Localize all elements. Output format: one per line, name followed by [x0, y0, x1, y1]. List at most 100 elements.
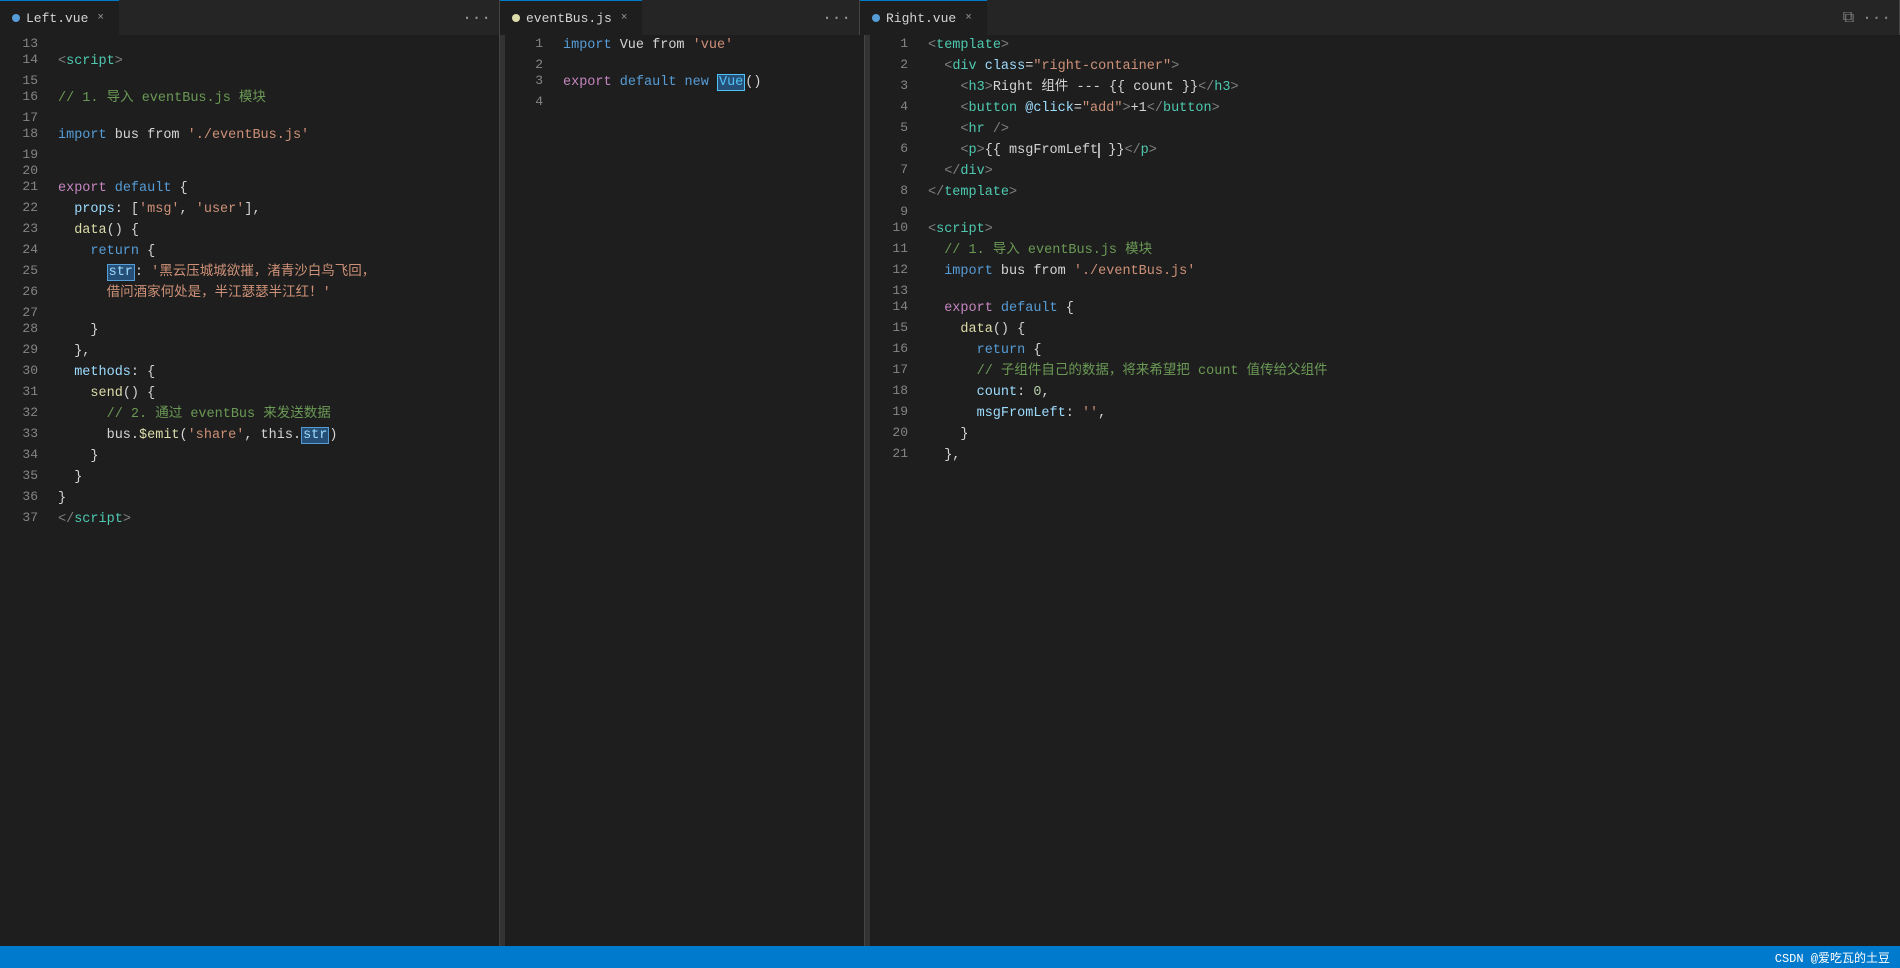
line-number: 22 — [0, 199, 50, 220]
str-token: 'msg' — [139, 202, 180, 217]
left-tab-more[interactable]: ··· — [454, 9, 499, 27]
line-content — [50, 109, 499, 125]
code-line: 20 — [0, 162, 499, 178]
plain-token — [928, 59, 944, 74]
right-editor-scroll[interactable]: 1<template>2 <div class="right-container… — [870, 35, 1900, 946]
tag-token: </ — [58, 512, 74, 527]
line-content — [920, 282, 1900, 298]
plain-token: : { — [131, 365, 155, 380]
line-number: 36 — [0, 488, 50, 509]
middle-tab-group: eventBus.js × ··· — [500, 0, 860, 35]
attr-name-token: @click — [1025, 101, 1074, 116]
code-line: 35 } — [0, 467, 499, 488]
fn-token: send — [90, 386, 122, 401]
tab-middle-label: eventBus.js — [526, 11, 612, 26]
code-line: 29 }, — [0, 341, 499, 362]
plain-token: : — [135, 265, 151, 280]
middle-editor-pane: 1import Vue from 'vue'23export default n… — [505, 35, 865, 946]
plain-token: , — [1041, 385, 1049, 400]
tag-token: < — [960, 101, 968, 116]
middle-tab-more[interactable]: ··· — [814, 9, 859, 27]
code-line: 14<script> — [0, 51, 499, 72]
middle-editor-scroll[interactable]: 1import Vue from 'vue'23export default n… — [505, 35, 864, 946]
line-number: 21 — [870, 445, 920, 466]
plain-token — [107, 181, 115, 196]
line-number: 14 — [870, 298, 920, 319]
line-content: } — [50, 467, 499, 488]
code-line: 36} — [0, 488, 499, 509]
more-actions-icon[interactable]: ··· — [1862, 9, 1891, 27]
plain-token — [928, 101, 960, 116]
code-line: 1<template> — [870, 35, 1900, 56]
code-line: 22 props: ['msg', 'user'], — [0, 199, 499, 220]
plain-token: () { — [107, 223, 139, 238]
prop-token: msgFromLeft — [977, 406, 1066, 421]
plain-token: from — [1033, 264, 1065, 279]
tag-token: > — [977, 143, 985, 158]
line-content: import bus from './eventBus.js' — [50, 125, 499, 146]
line-number: 2 — [870, 56, 920, 77]
plain-token: ) — [329, 428, 337, 443]
line-content — [50, 162, 499, 178]
code-line: 17 // 子组件自己的数据，将来希望把 count 值传给父组件 — [870, 361, 1900, 382]
plain-token: } — [928, 427, 969, 442]
plain-token: } — [58, 491, 66, 506]
tag-token: </ — [1124, 143, 1140, 158]
tab-middle-close[interactable]: × — [618, 11, 631, 25]
line-content: export default { — [920, 298, 1900, 319]
line-number: 31 — [0, 383, 50, 404]
tab-right-close[interactable]: × — [962, 11, 975, 25]
str-token: '黑云压城城欲摧，渚青沙白鸟飞回， — [151, 265, 375, 280]
code-line: 28 } — [0, 320, 499, 341]
tag-name-token: template — [944, 185, 1009, 200]
tag-name-token: script — [74, 512, 123, 527]
plain-token: { — [139, 244, 155, 259]
line-number: 10 — [870, 219, 920, 240]
left-editor-scroll[interactable]: 1314<script>1516// 1. 导入 eventBus.js 模块1… — [0, 35, 499, 946]
split-editor-icon[interactable]: ⧉ — [1843, 9, 1854, 27]
tag-name-token: hr — [969, 122, 985, 137]
line-number: 28 — [0, 320, 50, 341]
tab-left-close[interactable]: × — [94, 11, 107, 25]
line-number: 6 — [870, 140, 920, 161]
tab-right-vue[interactable]: Right.vue × — [860, 0, 987, 35]
tag-name-token: h3 — [1214, 80, 1230, 95]
code-line: 8</template> — [870, 182, 1900, 203]
line-content — [555, 56, 864, 72]
code-line: 16// 1. 导入 eventBus.js 模块 — [0, 88, 499, 109]
code-line: 5 <hr /> — [870, 119, 1900, 140]
plain-token — [58, 244, 90, 259]
code-line: 3 <h3>Right 组件 --- {{ count }}</h3> — [870, 77, 1900, 98]
attr-name-token: class — [985, 59, 1026, 74]
code-line: 33 bus.$emit('share', this.str) — [0, 425, 499, 446]
prop-token: methods — [74, 365, 131, 380]
code-line: 4 <button @click="add">+1</button> — [870, 98, 1900, 119]
code-line: 16 return { — [870, 340, 1900, 361]
str-token: 借问酒家何处是，半江瑟瑟半江红！' — [107, 286, 331, 301]
tag-token: > — [1149, 143, 1157, 158]
tab-left-vue[interactable]: Left.vue × — [0, 0, 119, 35]
tag-token: < — [960, 80, 968, 95]
right-tab-group: Right.vue × ⧉ ··· — [860, 0, 1900, 35]
line-number: 15 — [0, 72, 50, 88]
plain-token: }} — [1100, 143, 1124, 158]
plain-token — [928, 80, 960, 95]
plain-token: bus — [993, 264, 1034, 279]
plain-token: +1 — [1131, 101, 1147, 116]
plain-token: , — [1098, 406, 1106, 421]
line-number: 19 — [0, 146, 50, 162]
line-number: 30 — [0, 362, 50, 383]
code-line: 12 import bus from './eventBus.js' — [870, 261, 1900, 282]
tab-right-label: Right.vue — [886, 11, 956, 26]
line-number: 25 — [0, 262, 50, 283]
plain-token — [58, 344, 74, 359]
plain-token — [58, 265, 107, 280]
code-line: 14 export default { — [870, 298, 1900, 319]
line-number: 37 — [0, 509, 50, 530]
line-content: <script> — [920, 219, 1900, 240]
left-code-area: 1314<script>1516// 1. 导入 eventBus.js 模块1… — [0, 35, 499, 550]
left-tab-group: Left.vue × ··· — [0, 0, 500, 35]
tab-eventbus[interactable]: eventBus.js × — [500, 0, 642, 35]
line-content: <div class="right-container"> — [920, 56, 1900, 77]
code-line: 30 methods: { — [0, 362, 499, 383]
